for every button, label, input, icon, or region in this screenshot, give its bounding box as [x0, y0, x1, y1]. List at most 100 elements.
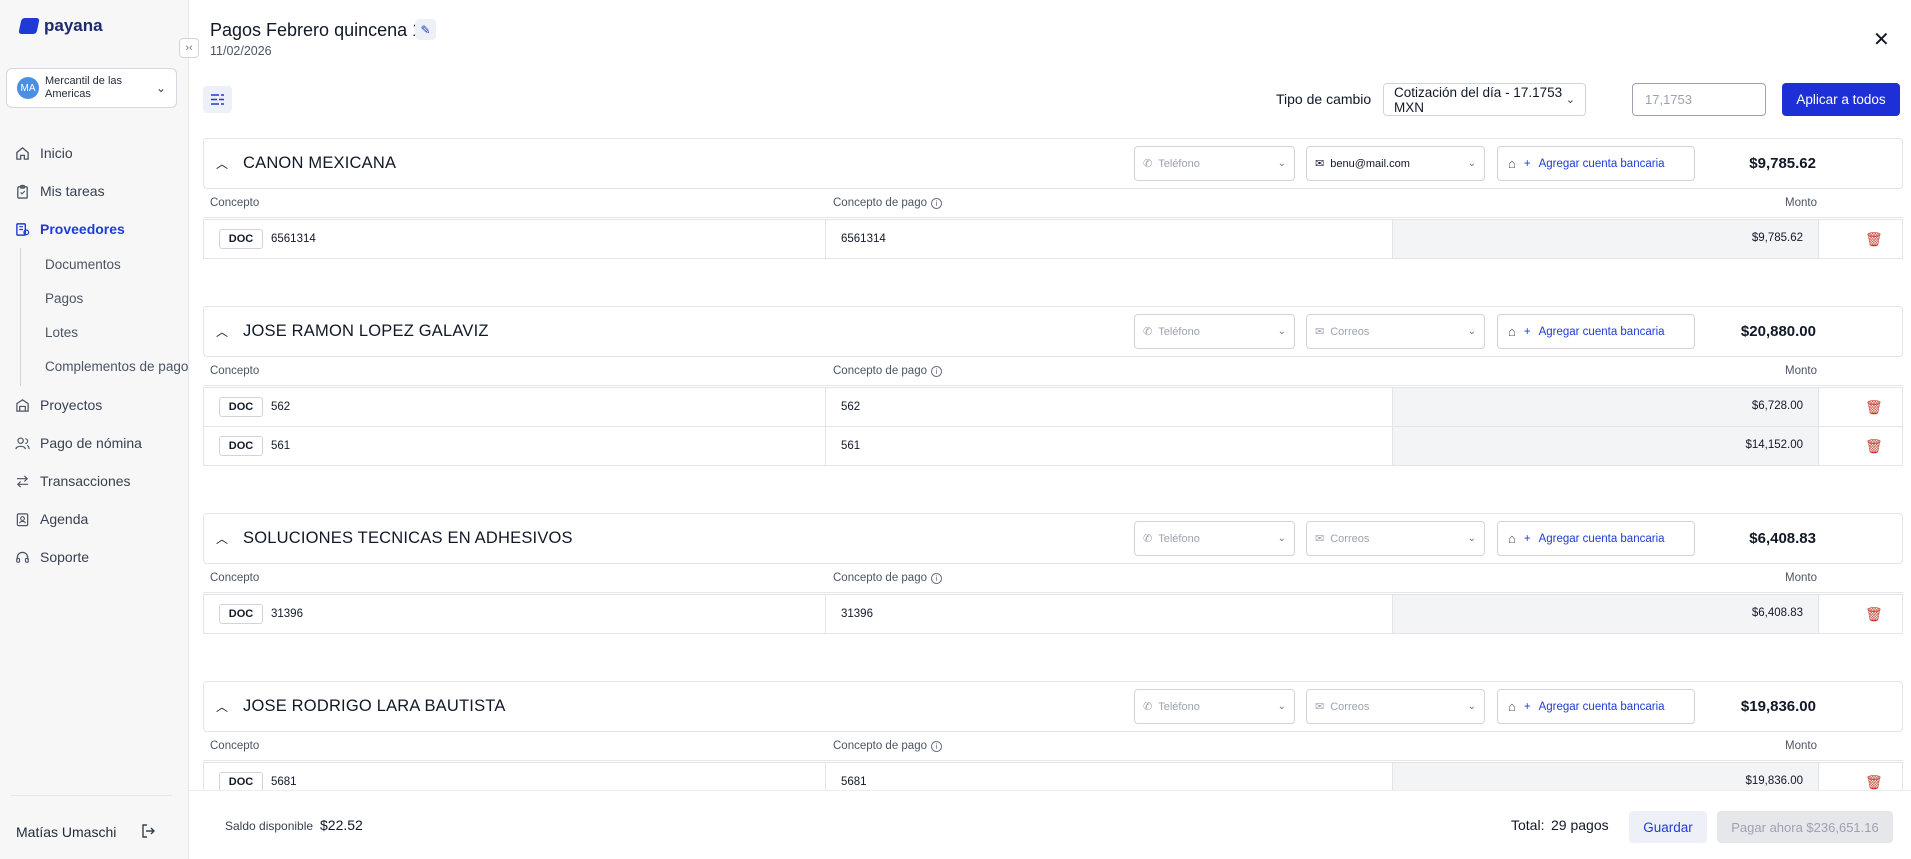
chevron-up-icon[interactable]: ︿ — [216, 155, 228, 172]
chevron-up-icon[interactable]: ︿ — [216, 698, 228, 715]
add-bank-account-button[interactable]: ⌂ + Agregar cuenta bancaria — [1497, 689, 1695, 724]
headset-icon — [14, 549, 30, 565]
mail-icon: ✉ — [1315, 158, 1325, 170]
sidebar-subitem-documentos[interactable]: Documentos — [45, 248, 189, 282]
pay-now-button[interactable]: Pagar ahora $236,651.16 — [1717, 811, 1893, 843]
add-bank-account-button[interactable]: ⌂ + Agregar cuenta bancaria — [1497, 314, 1695, 349]
sidebar-item-label: Proyectos — [40, 397, 103, 413]
info-icon[interactable]: i — [931, 365, 942, 377]
group-header: ︿ SOLUCIONES TECNICAS EN ADHESIVOS ✆ Tel… — [203, 513, 1903, 564]
column-amount: Monto — [1785, 197, 1817, 209]
email-select[interactable]: ✉ Correos ⌄ — [1306, 689, 1485, 724]
phone-select[interactable]: ✆ Teléfono ⌄ — [1134, 521, 1295, 556]
email-select[interactable]: ✉ benu@mail.com ⌄ — [1306, 146, 1485, 181]
sidebar-subitem-pagos[interactable]: Pagos — [45, 282, 189, 316]
sidebar-item-soporte[interactable]: Soporte — [0, 538, 189, 576]
info-icon[interactable]: i — [931, 740, 942, 752]
chevron-down-icon: ⌄ — [1467, 533, 1476, 544]
plus-icon: + — [1523, 532, 1531, 545]
phone-select[interactable]: ✆ Teléfono ⌄ — [1134, 689, 1295, 724]
email-select[interactable]: ✉ Correos ⌄ — [1306, 314, 1485, 349]
users-icon — [14, 435, 30, 451]
edit-title-button[interactable]: ✎ — [415, 19, 436, 40]
chevron-up-icon[interactable]: ︿ — [216, 530, 228, 547]
sidebar-item-transacciones[interactable]: Transacciones — [0, 462, 189, 500]
logout-icon[interactable] — [140, 823, 156, 843]
table-header: Concepto Concepto de pago i Monto — [203, 189, 1903, 218]
exchange-rate-input[interactable]: 17,1753 — [1632, 83, 1766, 116]
sidebar-item-agenda[interactable]: Agenda — [0, 500, 189, 538]
supplier-name: JOSE RAMON LOPEZ GALAVIZ — [243, 322, 489, 340]
apply-to-all-button[interactable]: Aplicar a todos — [1782, 83, 1900, 116]
sidebar-item-label: Pago de nómina — [40, 435, 142, 451]
trash-icon[interactable]: 🗑 — [1865, 774, 1883, 791]
pay-concept-field[interactable]: 562 — [825, 388, 1393, 426]
column-concept: Concepto — [210, 740, 260, 752]
chevron-down-icon: ⌄ — [155, 81, 166, 95]
sidebar-item-proyectos[interactable]: Proyectos — [0, 386, 189, 424]
sidebar: payana MA Mercantil de las Americas ⌄ In… — [0, 0, 189, 859]
close-icon[interactable]: ✕ — [1873, 27, 1890, 52]
collapse-sidebar-button[interactable]: ›‹ — [179, 38, 199, 58]
user-name: Matías Umaschi — [16, 824, 117, 840]
phone-select[interactable]: ✆ Teléfono ⌄ — [1134, 146, 1295, 181]
amount-field: $6,408.83 — [1393, 595, 1819, 633]
table-header: Concepto Concepto de pago i Monto — [203, 564, 1903, 593]
total-value: 29 pagos — [1551, 817, 1609, 833]
exchange-rate-select[interactable]: Cotización del día - 17.1753 MXN ⌄ — [1383, 83, 1586, 116]
add-bank-account-button[interactable]: ⌂ + Agregar cuenta bancaria — [1497, 521, 1695, 556]
info-icon[interactable]: i — [931, 197, 942, 209]
saldo-value: $22.52 — [320, 817, 363, 833]
filter-button[interactable] — [203, 86, 232, 113]
saldo-label: Saldo disponible — [225, 819, 314, 833]
sidebar-subitem-complementos[interactable]: Complementos de pago — [45, 350, 189, 384]
sidebar-item-inicio[interactable]: Inicio — [0, 134, 189, 172]
sidebar-divider — [10, 795, 172, 796]
chevron-up-icon[interactable]: ︿ — [216, 323, 228, 340]
sidebar-item-proveedores[interactable]: Proveedores — [0, 210, 189, 248]
email-select[interactable]: ✉ Correos ⌄ — [1306, 521, 1485, 556]
phone-select[interactable]: ✆ Teléfono ⌄ — [1134, 314, 1295, 349]
sidebar-item-label: Inicio — [40, 145, 73, 161]
trash-icon[interactable]: 🗑 — [1865, 399, 1883, 416]
save-button[interactable]: Guardar — [1629, 811, 1707, 843]
proveedores-submenu: Documentos Pagos Lotes Complementos de p… — [20, 248, 189, 386]
pay-concept-field[interactable]: 561 — [825, 427, 1393, 465]
table-row: DOC 561 561 $14,152.00 🗑 — [203, 426, 1903, 466]
pay-concept-field[interactable]: 6561314 — [825, 220, 1393, 258]
page-date: 11/02/2026 — [210, 44, 272, 58]
group-total: $19,836.00 — [1740, 698, 1816, 715]
brand-logo[interactable]: payana — [18, 16, 103, 36]
plus-icon: + — [1523, 157, 1531, 170]
trash-icon[interactable]: 🗑 — [1865, 231, 1883, 248]
phone-icon: ✆ — [1143, 158, 1153, 170]
column-concept: Concepto — [210, 572, 260, 584]
brand-name: payana — [44, 16, 103, 35]
table-row: DOC 562 562 $6,728.00 🗑 — [203, 387, 1903, 427]
company-selector[interactable]: MA Mercantil de las Americas ⌄ — [6, 68, 177, 108]
amount-field: $9,785.62 — [1393, 220, 1819, 258]
sidebar-item-label: Soporte — [40, 549, 90, 565]
group-header: ︿ JOSE RODRIGO LARA BAUTISTA ✆ Teléfono … — [203, 681, 1903, 732]
sidebar-subitem-lotes[interactable]: Lotes — [45, 316, 189, 350]
building-icon — [14, 397, 30, 413]
amount-field: $14,152.00 — [1393, 427, 1819, 465]
supplier-name: SOLUCIONES TECNICAS EN ADHESIVOS — [243, 529, 573, 547]
add-bank-account-button[interactable]: ⌂ + Agregar cuenta bancaria — [1497, 146, 1695, 181]
trash-icon[interactable]: 🗑 — [1865, 606, 1883, 623]
bank-icon: ⌂ — [1508, 699, 1516, 714]
page-title: Pagos Febrero quincena 1 — [210, 20, 423, 40]
bank-icon: ⌂ — [1508, 324, 1516, 339]
group-total: $9,785.62 — [1749, 155, 1816, 172]
sidebar-item-mis-tareas[interactable]: Mis tareas — [0, 172, 189, 210]
sidebar-item-label: Agenda — [40, 511, 89, 527]
trash-icon[interactable]: 🗑 — [1865, 438, 1883, 455]
sidebar-item-pago-de-nomina[interactable]: Pago de nómina — [0, 424, 189, 462]
info-icon[interactable]: i — [931, 572, 942, 584]
bank-icon: ⌂ — [1508, 531, 1516, 546]
row-concept: 561 — [271, 440, 291, 452]
chevron-down-icon: ⌄ — [1467, 701, 1476, 712]
chevron-down-icon: ⌄ — [1277, 158, 1286, 169]
pay-concept-field[interactable]: 31396 — [825, 595, 1393, 633]
column-concept: Concepto — [210, 365, 260, 377]
